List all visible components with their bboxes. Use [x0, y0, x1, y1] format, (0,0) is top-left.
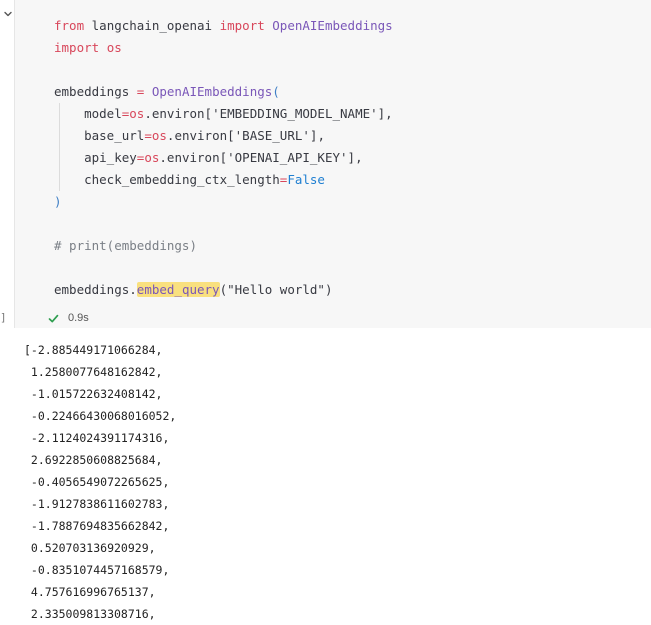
paren: ): [54, 194, 62, 209]
code-editor[interactable]: from langchain_openai import OpenAIEmbed…: [14, 0, 651, 328]
bracket-close: ],: [347, 150, 363, 165]
code-line: embeddings = OpenAIEmbeddings(: [54, 81, 393, 103]
argument-name: model: [84, 106, 122, 121]
string-literal: 'OPENAI_API_KEY': [227, 150, 348, 165]
code-line: embeddings.embed_query("Hello world"): [54, 279, 393, 301]
output-line: 0.520703136920929,: [24, 541, 156, 555]
check-icon: [48, 314, 59, 322]
call-object: embeddings.: [54, 282, 137, 297]
output-line: -2.1124024391174316,: [24, 431, 170, 445]
bracket-close: ],: [309, 128, 325, 143]
code-line: base_url=os.environ['BASE_URL'],: [84, 128, 325, 143]
cell-output: [-2.885449171066284, 1.2580077648162842,…: [0, 328, 651, 622]
output-line: -0.22466430068016052,: [24, 409, 177, 423]
code-line: ): [54, 191, 393, 213]
os-reference: os: [151, 128, 167, 143]
paren: (: [272, 84, 280, 99]
keyword-import: import: [54, 40, 100, 55]
constructor-name: OpenAIEmbeddings: [151, 84, 273, 99]
argument-name: api_key: [84, 150, 137, 165]
operator: =: [136, 84, 145, 99]
module-name: langchain_openai: [91, 18, 213, 33]
output-line: 1.2580077648162842,: [24, 365, 163, 379]
bracket-close: ],: [377, 106, 393, 121]
code-line: model=os.environ['EMBEDDING_MODEL_NAME']…: [84, 106, 393, 121]
output-line: -0.8351074457168579,: [24, 563, 170, 577]
output-text: [-2.885449171066284, 1.2580077648162842,…: [24, 339, 176, 625]
boolean-literal: False: [287, 172, 325, 187]
output-line: -0.4056549072265625,: [24, 475, 170, 489]
code-line: import os: [54, 37, 393, 59]
execution-count-bracket: ]: [0, 311, 7, 324]
argument-name: check_embedding_ctx_length: [84, 172, 280, 187]
execution-status: 0.9s: [48, 310, 89, 326]
string-literal: 'BASE_URL': [234, 128, 310, 143]
code-line: from langchain_openai import OpenAIEmbed…: [54, 15, 393, 37]
keyword-from: from: [54, 18, 85, 33]
code-line: api_key=os.environ['OPENAI_API_KEY'],: [84, 150, 363, 165]
output-line: -1.7887694835662842,: [24, 519, 170, 533]
output-line: [-2.885449171066284,: [24, 343, 163, 357]
class-name: OpenAIEmbeddings: [272, 18, 393, 33]
execution-duration: 0.9s: [68, 312, 89, 324]
chevron-down-icon[interactable]: [3, 9, 13, 19]
code-comment: # print(embeddings): [54, 238, 197, 253]
module-name: os: [106, 40, 122, 55]
code-block: from langchain_openai import OpenAIEmbed…: [54, 15, 393, 301]
variable-name: embeddings: [54, 84, 130, 99]
environ-access: .environ[: [144, 106, 213, 121]
os-reference: os: [129, 106, 145, 121]
output-line: 4.757616996765137,: [24, 585, 156, 599]
notebook-cell: ] from langchain_openai import OpenAIEmb…: [0, 0, 651, 328]
os-reference: os: [144, 150, 160, 165]
string-literal: 'EMBEDDING_MODEL_NAME': [212, 106, 378, 121]
output-line: -1.9127838611602783,: [24, 497, 170, 511]
highlighted-method: embed_query: [136, 282, 220, 297]
argument-name: base_url: [84, 128, 145, 143]
code-line: # print(embeddings): [54, 235, 393, 257]
environ-access: .environ[: [166, 128, 235, 143]
code-line: check_embedding_ctx_length=False: [84, 172, 325, 187]
cell-gutter: ]: [0, 0, 14, 328]
output-line: -1.015722632408142,: [24, 387, 163, 401]
call-arguments: ("Hello world"): [219, 282, 333, 297]
keyword-import: import: [219, 18, 265, 33]
output-line: 2.6922850608825684,: [24, 453, 163, 467]
environ-access: .environ[: [159, 150, 228, 165]
